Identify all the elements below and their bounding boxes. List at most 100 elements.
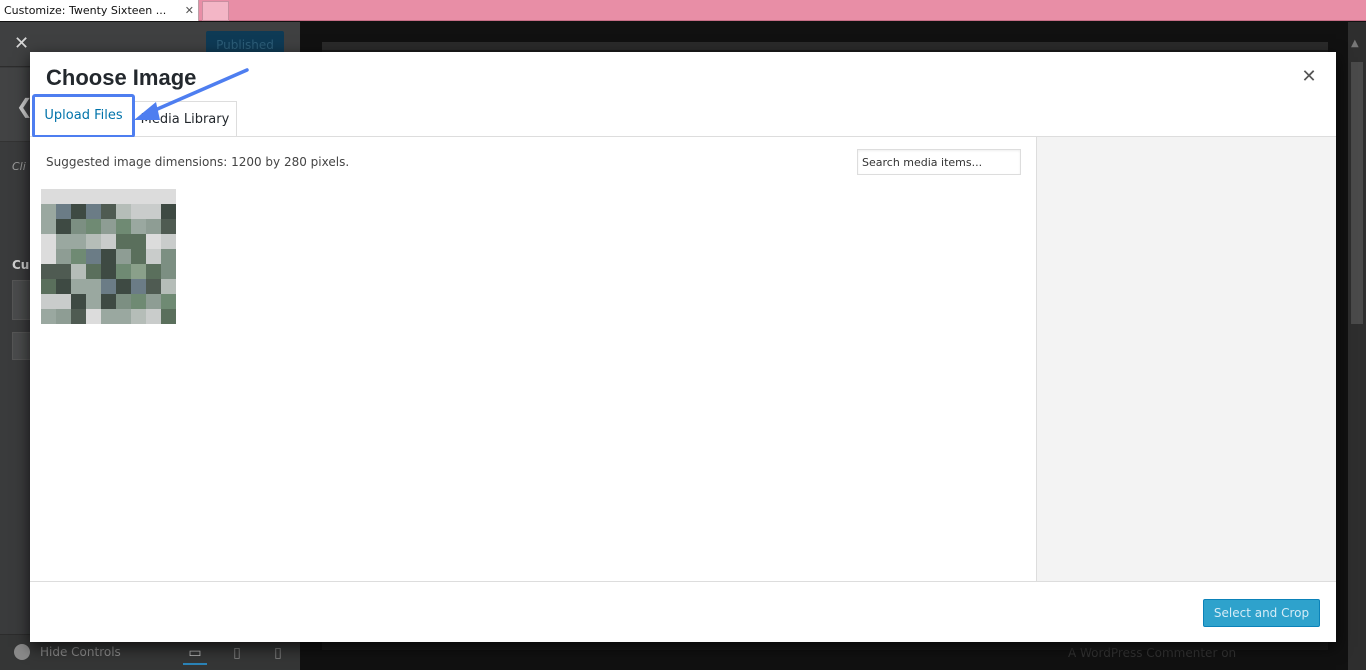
browser-tab-title: Customize: Twenty Sixteen ... (4, 4, 167, 17)
thumbnail-pixel (86, 279, 101, 294)
thumbnail-pixel (71, 249, 86, 264)
thumbnail-pixel (161, 279, 176, 294)
thumbnail-pixel (131, 204, 146, 219)
thumbnail-pixel (146, 219, 161, 234)
thumbnail-pixel (86, 234, 101, 249)
thumbnail-pixel (86, 219, 101, 234)
thumbnail-pixel (101, 309, 116, 324)
thumbnail-pixel (41, 264, 56, 279)
modal-toolbar: Select and Crop (30, 581, 1336, 642)
thumbnail-pixel (71, 294, 86, 309)
close-icon[interactable]: ✕ (185, 0, 194, 21)
thumbnail-pixel (56, 264, 71, 279)
thumbnail-pixel (131, 279, 146, 294)
close-icon[interactable]: ✕ (14, 34, 29, 54)
thumbnail-pixel (71, 279, 86, 294)
thumbnail-pixel (56, 309, 71, 324)
thumbnail-pixel (41, 249, 56, 264)
thumbnail-pixel (131, 309, 146, 324)
thumbnail-pixel (101, 279, 116, 294)
thumbnail-pixel (71, 309, 86, 324)
thumbnail-pixel (161, 204, 176, 219)
choose-image-modal: Choose Image ✕ Media Library Upload File… (30, 52, 1336, 642)
thumbnail-pixel (131, 264, 146, 279)
thumbnail-pixel (86, 294, 101, 309)
header-image-placeholder (12, 280, 32, 320)
select-and-crop-button[interactable]: Select and Crop (1203, 599, 1320, 627)
thumbnail-pixel (56, 204, 71, 219)
scroll-up-icon[interactable]: ▲ (1351, 38, 1359, 49)
browser-tab[interactable]: Customize: Twenty Sixteen ... ✕ (0, 0, 199, 21)
thumbnail-pixel (131, 249, 146, 264)
thumbnail-pixel (161, 189, 176, 204)
thumbnail-pixel (101, 204, 116, 219)
desktop-icon[interactable]: ▭ (183, 641, 207, 665)
thumbnail-pixel (86, 309, 101, 324)
thumbnail-pixel (56, 189, 71, 204)
thumbnail-pixel (101, 264, 116, 279)
thumbnail-pixel (131, 234, 146, 249)
browser-tab-strip: Customize: Twenty Sixteen ... ✕ (0, 0, 1366, 21)
hide-controls-icon[interactable] (14, 644, 30, 660)
thumbnail-pixel (101, 234, 116, 249)
thumbnail-pixel (161, 249, 176, 264)
thumbnail-pixel (56, 234, 71, 249)
preview-footer-text: A WordPress Commenter on (1068, 646, 1237, 660)
thumbnail-pixel (116, 189, 131, 204)
add-new-image-button[interactable] (12, 332, 32, 360)
thumbnail-pixel (146, 249, 161, 264)
media-attachment-thumbnail[interactable] (41, 189, 176, 324)
thumbnail-pixel (131, 219, 146, 234)
thumbnail-pixel (116, 309, 131, 324)
thumbnail-pixel (56, 219, 71, 234)
search-input[interactable] (857, 149, 1021, 175)
thumbnail-pixel (146, 264, 161, 279)
thumbnail-pixel (71, 189, 86, 204)
suggested-dimensions: Suggested image dimensions: 1200 by 280 … (46, 155, 350, 169)
thumbnail-pixel (116, 219, 131, 234)
thumbnail-pixel (131, 189, 146, 204)
thumbnail-pixel (116, 234, 131, 249)
thumbnail-pixel (146, 309, 161, 324)
thumbnail-pixel (161, 234, 176, 249)
thumbnail-pixel (86, 249, 101, 264)
thumbnail-pixel (56, 279, 71, 294)
tablet-icon[interactable]: ▯ (225, 641, 249, 665)
thumbnail-pixel (41, 294, 56, 309)
new-tab-button[interactable] (202, 1, 229, 21)
section-description: Cli fro an — up (12, 160, 30, 173)
thumbnail-pixel (41, 204, 56, 219)
page-scrollbar[interactable]: ▲ (1348, 22, 1366, 670)
thumbnail-pixel (146, 234, 161, 249)
thumbnail-pixel (161, 309, 176, 324)
thumbnail-pixel (161, 264, 176, 279)
thumbnail-pixel (41, 219, 56, 234)
thumbnail-pixel (146, 204, 161, 219)
section-label: Cu (12, 258, 30, 272)
thumbnail-pixel (146, 279, 161, 294)
thumbnail-pixel (116, 279, 131, 294)
thumbnail-pixel (116, 204, 131, 219)
thumbnail-pixel (86, 189, 101, 204)
thumbnail-pixel (71, 264, 86, 279)
thumbnail-pixel (41, 234, 56, 249)
thumbnail-pixel (116, 294, 131, 309)
scrollbar-thumb[interactable] (1351, 62, 1363, 324)
thumbnail-pixel (56, 294, 71, 309)
thumbnail-pixel (41, 189, 56, 204)
thumbnail-pixel (146, 294, 161, 309)
tab-upload-files[interactable]: Upload Files (32, 94, 135, 138)
thumbnail-pixel (116, 249, 131, 264)
hide-controls-label[interactable]: Hide Controls (40, 645, 121, 659)
mobile-icon[interactable]: ▯ (266, 641, 290, 665)
thumbnail-pixel (101, 189, 116, 204)
thumbnail-pixel (41, 279, 56, 294)
thumbnail-pixel (71, 234, 86, 249)
thumbnail-pixel (41, 309, 56, 324)
annotation-arrow-icon (134, 68, 249, 120)
thumbnail-pixel (71, 219, 86, 234)
close-icon[interactable]: ✕ (1296, 64, 1322, 90)
thumbnail-pixel (86, 204, 101, 219)
media-browser: Suggested image dimensions: 1200 by 280 … (30, 137, 1036, 581)
thumbnail-pixel (101, 249, 116, 264)
